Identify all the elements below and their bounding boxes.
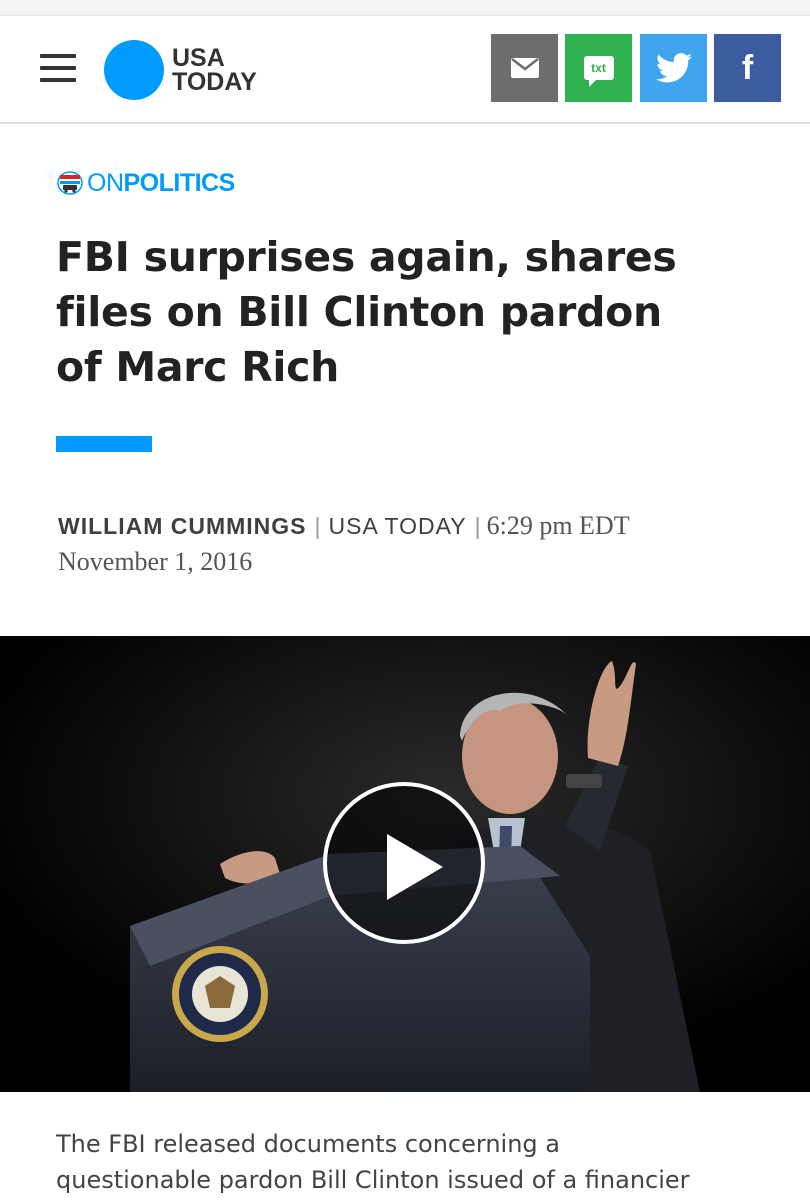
play-icon[interactable]: [323, 782, 485, 944]
logo-dot: [104, 40, 164, 100]
chat-bubble-icon: txt: [583, 56, 614, 87]
usa-today-logo[interactable]: USA TODAY: [104, 38, 257, 102]
byline: WILLIAM CUMMINGS | USA TODAY | 6:29 pm EDT N…: [58, 509, 778, 580]
article-headline: FBI surprises again, shares files on Bil…: [56, 233, 677, 391]
section-onpolitics[interactable]: ONPOLITICS: [57, 168, 235, 198]
article-body: The FBI released documents concerning a …: [56, 1130, 690, 1194]
outlet-name: USA TODAY: [328, 513, 467, 539]
headline-accent-bar: [56, 436, 152, 452]
site-header: USA TODAY txt f: [0, 16, 810, 124]
author-name[interactable]: WILLIAM CUMMINGS: [58, 513, 307, 539]
facebook-share-button[interactable]: f: [714, 34, 781, 102]
publish-time: 6:29 pm EDT: [486, 511, 630, 540]
menu-icon[interactable]: [40, 54, 78, 84]
twitter-share-button[interactable]: [640, 34, 707, 102]
logo-wordmark: USA TODAY: [172, 44, 257, 96]
envelope-icon: [510, 58, 539, 78]
election-elephant-icon: [57, 171, 83, 195]
section-title: ONPOLITICS: [87, 168, 235, 197]
facebook-icon: f: [741, 49, 754, 87]
email-share-button[interactable]: [491, 34, 558, 102]
twitter-bird-icon: [655, 53, 692, 83]
top-edge: [0, 0, 810, 16]
text-share-button[interactable]: txt: [565, 34, 632, 102]
publish-date: November 1, 2016: [58, 547, 253, 576]
